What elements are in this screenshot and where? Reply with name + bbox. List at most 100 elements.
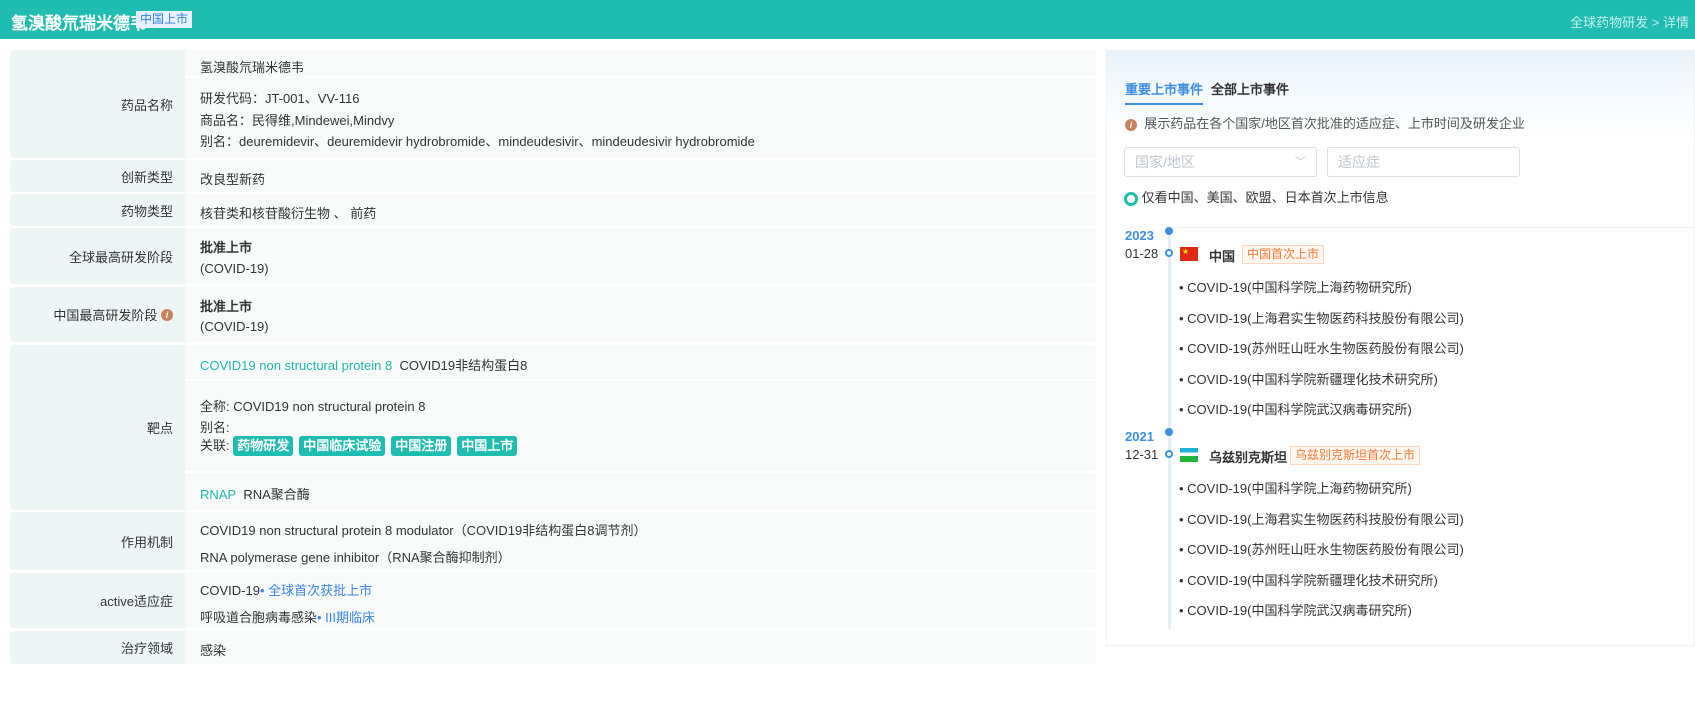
uzbekistan-flag-icon [1180,448,1198,462]
related-tag[interactable]: 中国注册 [391,436,452,456]
row-label: 作用机制 [10,512,185,570]
area-value: 感染 [200,643,227,658]
row-label: 中国最高研发阶段 i [10,287,185,342]
row-drug-type: 药物类型 核苷类和核苷酸衍生物 、 前药 [10,194,1096,226]
trade-name: 商品名：民得维,Mindewei,Mindvy [200,113,395,128]
launch-events-panel: 重要上市事件 全部上市事件 i 展示药品在各个国家/地区首次批准的适应症、上市时… [1106,50,1695,646]
event-item: • COVID-19(中国科学院新疆理化技术研究所) [1179,371,1438,387]
row-target: 靶点 COVID19 non structural protein 8 COVI… [10,345,1096,510]
event-date: 12-31 [1125,447,1159,462]
drug-name: 氢溴酸氘瑞米德韦 [200,60,305,75]
event-year: 2023 [1125,228,1154,243]
event-item-text: COVID-19(上海君实生物医药科技股份有限公司) [1187,511,1464,527]
china-phase-indication: (COVID-19) [200,319,269,334]
indication-name: COVID-19 [200,583,260,598]
event-country: 乌兹别克斯坦 [1209,450,1288,465]
innovation-value: 改良型新药 [200,172,266,187]
chevron-down-icon: ﹀ [1295,156,1306,168]
row-label-text: 中国最高研发阶段 [53,308,158,323]
full-name: COVID19 non structural protein 8 [233,399,426,414]
row-label: 药物类型 [10,194,185,226]
indication-name: 呼吸道合胞病毒感染 [200,610,318,625]
row-label: 创新类型 [10,160,185,192]
radio-icon [1124,191,1138,206]
event-item: • COVID-19(中国科学院新疆理化技术研究所) [1179,572,1438,588]
alias: 别名：deuremidevir、deuremidevir hydrobromid… [200,134,755,149]
event-item-text: COVID-19(中国科学院武汉病毒研究所) [1187,603,1412,618]
global-phase-indication: (COVID-19) [200,261,269,276]
breadcrumb[interactable]: 全球药物研发 > 详情 [1570,12,1689,31]
major-markets-radio[interactable]: 仅看中国、美国、欧盟、日本首次上市信息 [1124,187,1389,206]
tab-key-events[interactable]: 重要上市事件 [1125,79,1204,105]
panel-info: 展示药品在各个国家/地区首次批准的适应症、上市时间及研发企业 [1144,116,1525,131]
row-label: 治疗领域 [10,631,185,664]
row-mechanism: 作用机制 COVID19 non structural protein 8 mo… [10,512,1096,570]
event-item: • COVID-19(中国科学院上海药物研究所) [1179,481,1412,496]
first-launch-tag: 中国首次上市 [1242,245,1325,264]
related-label: 关联: [200,438,230,453]
event-item: • COVID-19(中国科学院上海药物研究所) [1179,280,1412,295]
full-name-label: 全称: [200,399,230,414]
mechanism-item: COVID19 non structural protein 8 modulat… [200,523,647,538]
event-item-text: COVID-19(中国科学院新疆理化技术研究所) [1187,572,1438,588]
event-item-text: COVID-19(中国科学院上海药物研究所) [1187,481,1412,496]
target-cn: RNA聚合酶 [243,487,310,502]
row-area: 治疗领域 感染 [10,631,1096,664]
first-launch-tag: 乌兹别克斯坦首次上市 [1290,446,1421,465]
divider [1179,227,1694,228]
page-title: 氢溴酸氘瑞米德韦 [11,14,147,33]
info-icon: i [1125,118,1137,131]
dev-code: 研发代码：JT-001、VV-116 [200,91,360,106]
event-item-text: COVID-19(中国科学院武汉病毒研究所) [1187,402,1412,417]
row-drug-name: 药品名称 氢溴酸氘瑞米德韦 研发代码：JT-001、VV-116 商品名：民得维… [10,50,1096,158]
year-dot-icon [1165,227,1173,235]
event-item: • COVID-19(苏州旺山旺水生物医药股份有限公司) [1179,341,1464,356]
related-tag[interactable]: 中国上市 [457,436,518,456]
page-header: 氢溴酸氘瑞米德韦 中国上市 全球药物研发 > 详情 [0,0,1695,39]
event-item-text: COVID-19(上海君实生物医药科技股份有限公司) [1187,310,1464,326]
date-dot-icon [1165,249,1173,257]
mechanism-item: RNA polymerase gene inhibitor（RNA聚合酶抑制剂） [200,550,511,565]
event-year: 2021 [1125,429,1154,444]
related-tag[interactable]: 药物研发 [233,436,294,456]
event-item: • COVID-19(上海君实生物医药科技股份有限公司) [1179,310,1464,326]
target-cn: COVID19非结构蛋白8 [399,358,528,373]
indication-status[interactable]: • 全球首次获批上市 [260,583,372,598]
tab-all-events[interactable]: 全部上市事件 [1211,79,1289,98]
row-global-phase: 全球最高研发阶段 批准上市 (COVID-19) [10,228,1096,284]
china-flag-icon: ★ [1180,247,1198,261]
event-date: 01-28 [1125,246,1159,261]
row-label: 靶点 [10,345,185,510]
row-label: 全球最高研发阶段 [10,228,185,284]
date-dot-icon [1165,450,1173,458]
china-phase-value: 批准上市 [200,299,253,314]
country-placeholder: 国家/地区 [1135,154,1195,170]
event-item: • COVID-19(苏州旺山旺水生物医药股份有限公司) [1179,542,1464,557]
event-item: • COVID-19(中国科学院武汉病毒研究所) [1179,603,1412,618]
target-link[interactable]: COVID19 non structural protein 8 [200,358,392,373]
event-item-text: COVID-19(中国科学院新疆理化技术研究所) [1187,371,1438,387]
event-country: 中国 [1209,249,1236,264]
event-item-text: COVID-19(苏州旺山旺水生物医药股份有限公司) [1187,341,1464,356]
indication-placeholder: 适应症 [1338,154,1380,170]
indication-input[interactable]: 适应症 [1327,147,1520,177]
year-dot-icon [1165,428,1173,436]
indication-status[interactable]: • III期临床 [317,610,375,625]
global-phase-value: 批准上市 [200,240,253,255]
event-item-text: COVID-19(苏州旺山旺水生物医药股份有限公司) [1187,542,1464,557]
status-badge: 中国上市 [136,11,193,28]
row-label: active适应症 [10,573,185,628]
event-item: • COVID-19(中国科学院武汉病毒研究所) [1179,402,1412,417]
drug-type-value: 核苷类和核苷酸衍生物 、 前药 [200,206,377,221]
row-indication: active适应症 COVID-19• 全球首次获批上市 呼吸道合胞病毒感染• … [10,573,1096,628]
country-select[interactable]: 国家/地区 ﹀ [1124,147,1317,177]
target-link[interactable]: RNAP [200,487,236,502]
row-label: 药品名称 [10,50,185,158]
radio-label: 仅看中国、美国、欧盟、日本首次上市信息 [1141,190,1389,205]
row-china-phase: 中国最高研发阶段 i 批准上市 (COVID-19) [10,287,1096,342]
row-innovation: 创新类型 改良型新药 [10,160,1096,192]
info-icon[interactable]: i [161,308,173,321]
related-tag[interactable]: 中国临床试验 [299,436,386,456]
alias-label: 别名: [200,420,230,435]
event-item-text: COVID-19(中国科学院上海药物研究所) [1187,280,1412,295]
